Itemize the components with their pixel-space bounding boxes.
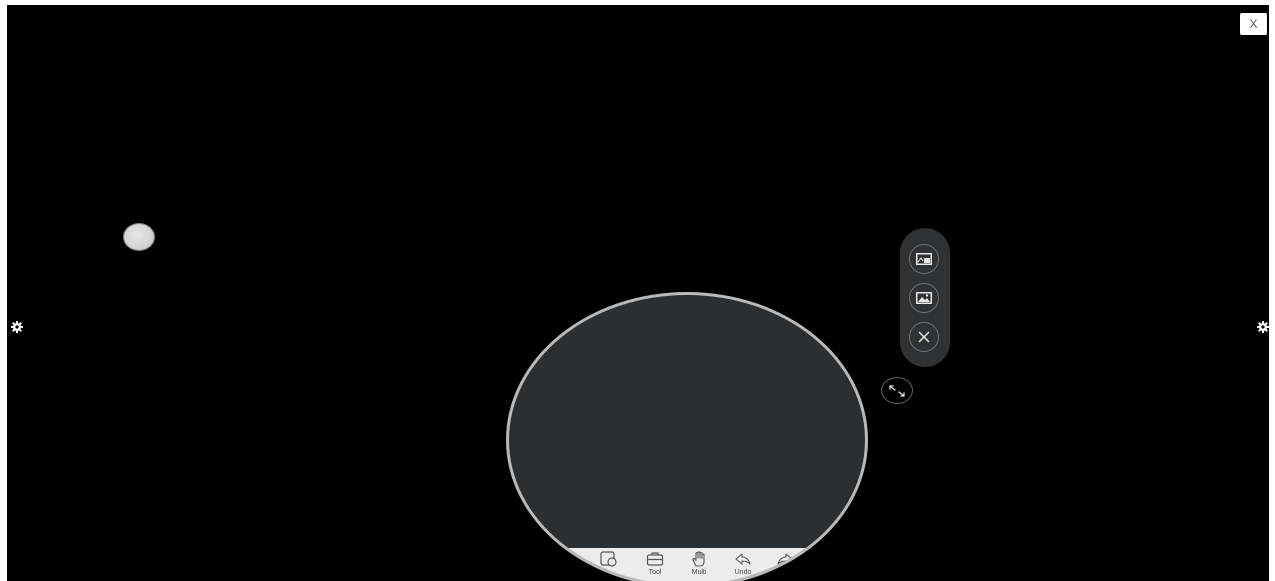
redo-button[interactable] <box>767 551 803 568</box>
close-icon[interactable] <box>909 322 939 352</box>
hand-icon <box>692 551 705 567</box>
undo-icon <box>735 553 751 565</box>
tool-button[interactable]: Tool <box>637 551 673 577</box>
gear-icon[interactable] <box>11 320 23 333</box>
whiteboard-canvas[interactable]: X Tool Multi Undo <box>7 5 1269 581</box>
side-panel <box>900 228 950 367</box>
tool-label: Undo <box>734 569 752 576</box>
shape-tool-button[interactable] <box>591 551 627 568</box>
tool-label: Multi <box>691 569 707 576</box>
multi-touch-button[interactable]: Multi <box>681 551 717 577</box>
picture-in-picture-icon[interactable] <box>909 244 939 274</box>
redo-icon <box>777 553 793 565</box>
close-window-button[interactable]: X <box>1240 13 1267 35</box>
resize-arrows-icon[interactable] <box>881 377 913 404</box>
floating-ball-icon[interactable] <box>124 224 154 250</box>
toolbox-icon <box>646 552 664 566</box>
shape-icon <box>600 551 617 567</box>
image-icon[interactable] <box>909 283 939 313</box>
tool-label: Tool <box>648 569 662 576</box>
magnifier-lens[interactable]: Tool Multi Undo <box>506 292 868 581</box>
undo-button[interactable]: Undo <box>725 551 761 577</box>
gear-icon[interactable] <box>1257 320 1269 333</box>
bottom-toolbar: Tool Multi Undo <box>509 548 865 581</box>
